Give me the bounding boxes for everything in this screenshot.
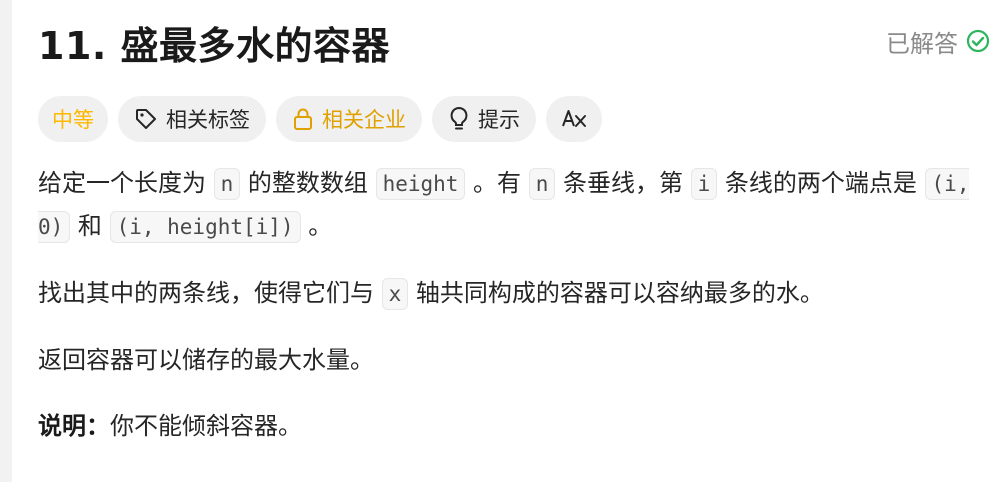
inline-code: n xyxy=(528,168,556,200)
problem-content: 给定一个长度为 n 的整数数组 height 。有 n 条垂线，第 i 条线的两… xyxy=(38,162,990,447)
solved-status: 已解答 xyxy=(886,24,990,59)
topic-tags-button[interactable]: 相关标签 xyxy=(118,96,266,142)
note-text: 你不能倾斜容器。 xyxy=(110,412,302,440)
text-span: 轴共同构成的容器可以容纳最多的水。 xyxy=(408,279,824,307)
inline-code: (i, height[i]) xyxy=(109,211,301,243)
description-paragraph-3: 返回容器可以储存的最大水量。 xyxy=(38,346,374,374)
related-companies-button[interactable]: 相关企业 xyxy=(276,96,422,142)
check-circle-icon xyxy=(966,29,990,53)
text-span: 条线的两个端点是 xyxy=(717,169,925,197)
text-span: 找出其中的两条线，使得它们与 xyxy=(38,279,382,307)
related-companies-label: 相关企业 xyxy=(322,108,406,132)
text-span: 。 xyxy=(300,212,333,240)
description-note: 说明：你不能倾斜容器。 xyxy=(38,405,990,447)
left-panel-edge xyxy=(0,0,12,482)
text-span: 条垂线，第 xyxy=(555,169,691,197)
inline-code: n xyxy=(213,168,241,200)
translate-icon xyxy=(562,110,586,127)
text-span: 。有 xyxy=(465,169,529,197)
text-span: 给定一个长度为 xyxy=(38,169,214,197)
inline-code: i xyxy=(690,168,718,200)
difficulty-badge: 中等 xyxy=(38,96,108,142)
tag-bar: 中等 相关标签 相关企业 提示 xyxy=(38,96,990,142)
note-label: 说明： xyxy=(38,412,110,440)
lock-icon xyxy=(294,108,312,130)
title-row: 11. 盛最多水的容器 已解答 xyxy=(38,0,990,82)
problem-title[interactable]: 11. 盛最多水的容器 xyxy=(38,15,390,70)
problem-description-panel: 11. 盛最多水的容器 已解答 中等 相关标签 相关企业 提示 给定一个长度为 … xyxy=(38,0,990,447)
lightbulb-icon xyxy=(450,106,468,130)
description-paragraph-1: 给定一个长度为 n 的整数数组 height 。有 n 条垂线，第 i 条线的两… xyxy=(38,162,990,248)
hints-label: 提示 xyxy=(478,108,520,132)
description-paragraph-2: 找出其中的两条线，使得它们与 x 轴共同构成的容器可以容纳最多的水。 xyxy=(38,272,990,315)
text-span: 的整数数组 xyxy=(240,169,376,197)
inline-code: x xyxy=(381,278,409,310)
hints-button[interactable]: 提示 xyxy=(432,96,536,142)
translate-button[interactable] xyxy=(546,96,602,142)
text-span: 和 xyxy=(70,212,110,240)
solved-status-label: 已解答 xyxy=(886,29,958,58)
inline-code: height xyxy=(375,168,466,200)
topic-tags-label: 相关标签 xyxy=(166,108,250,132)
tag-icon xyxy=(136,109,156,129)
